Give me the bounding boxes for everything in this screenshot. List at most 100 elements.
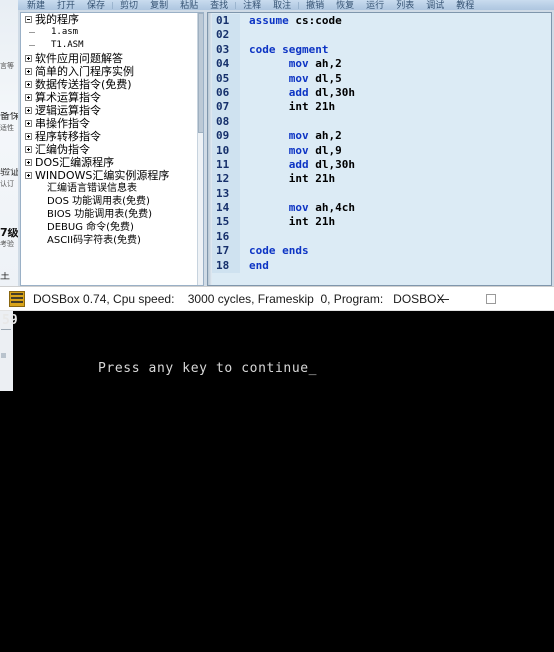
- code-keyword: segment: [282, 42, 329, 56]
- code-editor-lines[interactable]: 01 assume cs:code 02 03 code segment 04 mov a…: [212, 14, 551, 285]
- tree-item-label: 算术运算指令: [35, 91, 101, 104]
- tree-scrollbar-thumb[interactable]: [198, 13, 203, 133]
- code-keyword: mov: [288, 71, 309, 85]
- tree-indent-spacer: [29, 40, 50, 51]
- collapse-minus-icon[interactable]: [23, 14, 34, 25]
- toolbar-button-9[interactable]: 撤销: [300, 2, 330, 11]
- tree-item[interactable]: WINDOWS汇编实例源程序: [21, 169, 203, 182]
- expand-plus-icon[interactable]: [23, 131, 34, 142]
- tree-item[interactable]: 数据传送指令(免费): [21, 78, 203, 91]
- tree-item-label: 程序转移指令: [35, 130, 101, 143]
- maximize-button[interactable]: [468, 287, 513, 311]
- expand-plus-icon[interactable]: [23, 170, 34, 181]
- toolbar-button-1[interactable]: 打开: [51, 2, 81, 11]
- line-number: 13: [212, 186, 240, 202]
- tree-item[interactable]: T1.ASM: [21, 39, 203, 52]
- toolbar-button-5[interactable]: 粘贴: [174, 2, 204, 11]
- tree-item[interactable]: DOS 功能调用表(免费): [21, 195, 203, 208]
- expand-plus-icon[interactable]: [23, 118, 34, 129]
- tree-item-label: ASCII码字符表(免费): [47, 235, 141, 246]
- minimize-button[interactable]: [421, 287, 466, 311]
- toolbar-button-13[interactable]: 调试: [420, 2, 450, 11]
- background-text-fragment: 适性: [0, 124, 14, 132]
- code-line-text: int 21h: [288, 172, 336, 186]
- expand-plus-icon[interactable]: [23, 66, 34, 77]
- code-keyword: int: [288, 100, 309, 114]
- code-line[interactable]: 15 int 21h: [212, 215, 551, 230]
- tree-item[interactable]: BIOS 功能调用表(免费): [21, 208, 203, 221]
- code-line[interactable]: 06 add dl,30h: [212, 85, 551, 101]
- expand-plus-icon[interactable]: [23, 105, 34, 116]
- tree-item[interactable]: DEBUG 命令(免费): [21, 221, 203, 234]
- dosbox-app-icon: [9, 290, 25, 307]
- line-number: 16: [212, 229, 240, 245]
- toolbar-button-0[interactable]: 新建: [21, 2, 51, 11]
- line-number: 07: [212, 100, 240, 115]
- toolbar-button-3[interactable]: 剪切: [114, 2, 144, 11]
- tree-item-label: 数据传送指令(免费): [35, 78, 132, 91]
- tree-item[interactable]: 1.asm: [21, 26, 203, 39]
- tree-item[interactable]: 简单的入门程序实例: [21, 65, 203, 78]
- toolbar-button-14[interactable]: 教程: [450, 2, 480, 11]
- toolbar-button-11[interactable]: 运行: [360, 2, 390, 11]
- code-line[interactable]: 16: [212, 229, 551, 245]
- toolbar-button-8[interactable]: 取注: [267, 2, 297, 11]
- tree-item[interactable]: 算术运算指令: [21, 91, 203, 104]
- code-line[interactable]: 03 code segment: [212, 42, 551, 58]
- code-line[interactable]: 14 mov ah,4ch: [212, 201, 551, 216]
- tree-item-label: DOS 功能调用表(免费): [47, 196, 150, 207]
- dosbox-title-bar[interactable]: DOSBox 0.74, Cpu speed: 3000 cycles, Fra…: [0, 286, 554, 311]
- background-text-fragment: 认订: [0, 180, 14, 188]
- code-line[interactable]: 18 end: [212, 258, 551, 274]
- expand-plus-icon[interactable]: [23, 79, 34, 90]
- toolbar-button-10[interactable]: 恢复: [330, 2, 360, 11]
- tree-item-label: DEBUG 命令(免费): [47, 222, 134, 233]
- expand-plus-icon[interactable]: [23, 157, 34, 168]
- code-line[interactable]: 04 mov ah,2: [212, 57, 551, 72]
- line-number: 02: [212, 28, 240, 43]
- tree-item[interactable]: 逻辑运算指令: [21, 104, 203, 117]
- toolbar-button-4[interactable]: 复制: [144, 2, 174, 11]
- code-keyword: mov: [288, 201, 309, 215]
- tree-item[interactable]: 串操作指令: [21, 117, 203, 130]
- toolbar-separator: [298, 2, 300, 9]
- expand-plus-icon[interactable]: [23, 53, 34, 64]
- expand-plus-icon[interactable]: [23, 144, 34, 155]
- tree-item[interactable]: 汇编伪指令: [21, 143, 203, 156]
- code-line[interactable]: 10 mov dl,9: [212, 143, 551, 158]
- program-tree-panel[interactable]: 我的程序 1.asm T1.ASM 软件应用问题解答 简单的入门程序实例 数据传送指令(免…: [20, 12, 204, 286]
- toolbar-button-6[interactable]: 查找: [204, 2, 234, 11]
- code-line[interactable]: 09 mov ah,2: [212, 129, 551, 144]
- tree-item-label: 逻辑运算指令: [35, 104, 101, 117]
- code-line[interactable]: 02: [212, 28, 551, 43]
- code-line[interactable]: 13: [212, 186, 551, 202]
- code-keyword: add: [288, 85, 309, 99]
- code-line[interactable]: 07 int 21h: [212, 100, 551, 115]
- toolbar-button-2[interactable]: 保存: [81, 2, 111, 11]
- code-line[interactable]: 17 code ends: [212, 244, 551, 259]
- dosbox-console-screen[interactable]: 59 Press any key to continue_: [0, 311, 554, 652]
- tree-item[interactable]: 我的程序: [21, 13, 203, 26]
- background-text-fragment: 考验: [0, 240, 14, 248]
- tree-item[interactable]: ASCII码字符表(免费): [21, 234, 203, 247]
- strip-line-2: [1, 353, 6, 358]
- code-line[interactable]: 01 assume cs:code: [212, 14, 551, 29]
- tree-vertical-scrollbar[interactable]: [197, 13, 203, 285]
- code-line[interactable]: 05 mov dl,5: [212, 71, 551, 86]
- tree-item[interactable]: 软件应用问题解答: [21, 52, 203, 65]
- code-editor-panel[interactable]: 01 assume cs:code 02 03 code segment 04 mov a…: [207, 12, 552, 286]
- tree-item[interactable]: DOS汇编源程序: [21, 156, 203, 169]
- expand-plus-icon[interactable]: [23, 92, 34, 103]
- background-text-fragment: 言等: [0, 62, 14, 70]
- code-line-text: add dl,30h: [288, 157, 355, 171]
- toolbar-button-12[interactable]: 列表: [390, 2, 420, 11]
- code-line-text: int 21h: [288, 215, 336, 229]
- tree-item[interactable]: 程序转移指令: [21, 130, 203, 143]
- code-line[interactable]: 11 add dl,30h: [212, 157, 551, 173]
- toolbar-button-7[interactable]: 注释: [237, 2, 267, 11]
- tree-indent-spacer: [29, 27, 50, 38]
- code-line[interactable]: 12 int 21h: [212, 172, 551, 187]
- tree-item[interactable]: 汇编语言错误信息表: [21, 182, 203, 195]
- code-line[interactable]: 08: [212, 114, 551, 130]
